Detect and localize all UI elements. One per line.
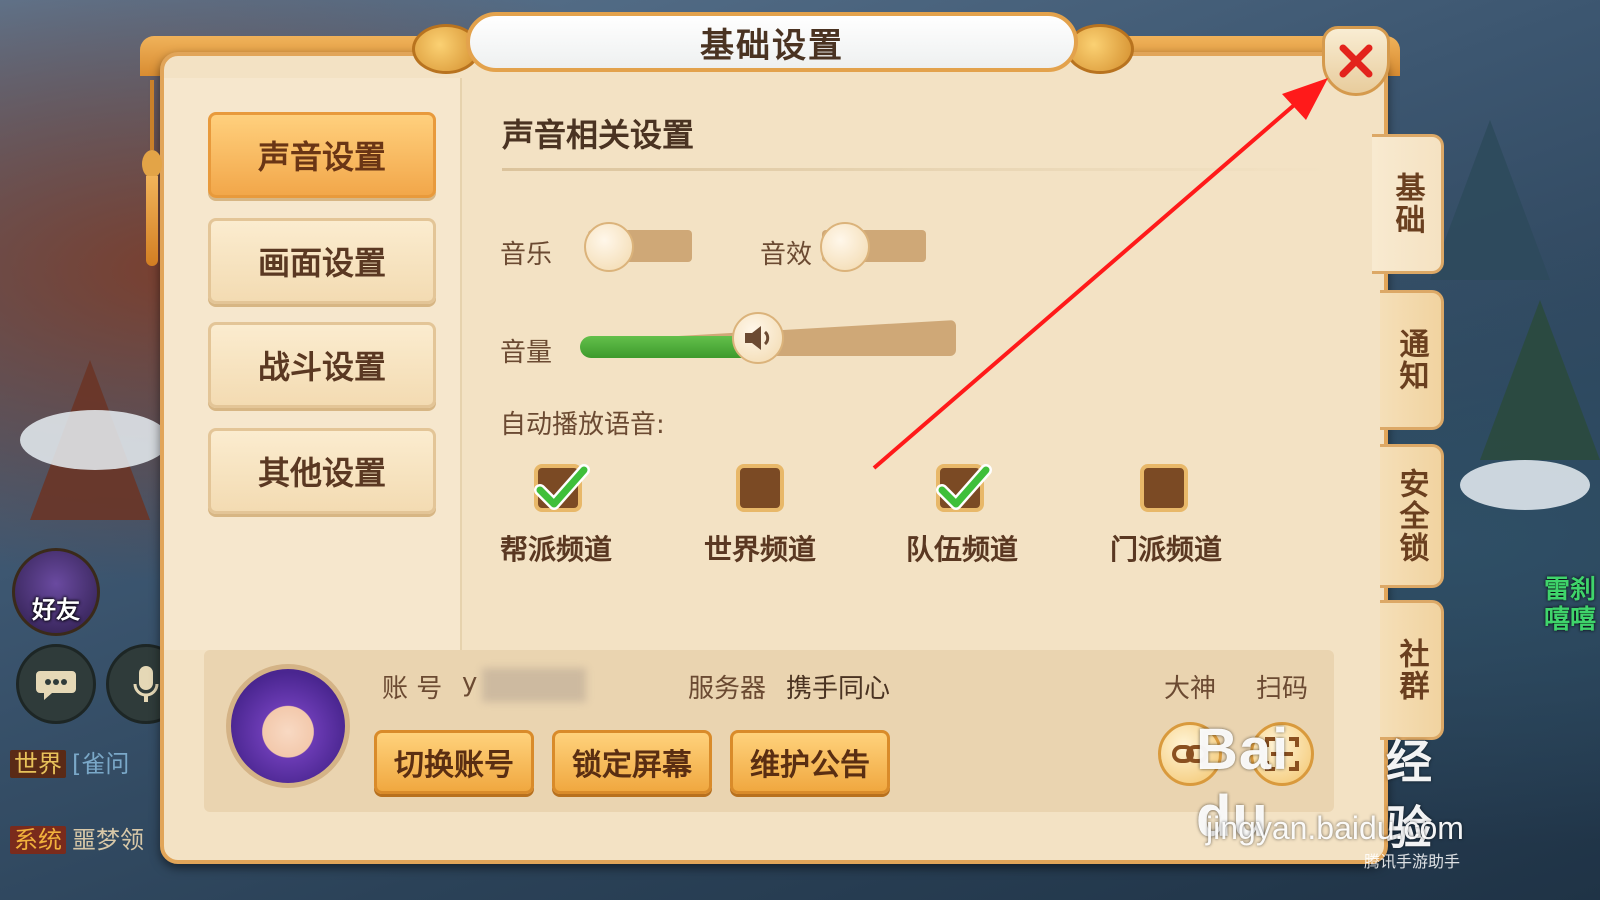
player-names: 雷刹 嘻嘻	[1544, 575, 1596, 635]
player-name: 嘻嘻	[1543, 605, 1596, 635]
chat-line[interactable]: 系统 噩梦领	[10, 820, 144, 855]
emulator-watermark: 腾讯手游助手	[1364, 852, 1461, 871]
background-snow	[20, 410, 170, 470]
scan-label[interactable]: 扫码	[1256, 668, 1308, 705]
tab-basic[interactable]: 基础	[1372, 134, 1444, 274]
background-snow	[1460, 460, 1590, 510]
checkbox-label: 世界频道	[704, 533, 817, 566]
checkbox-label: 帮派频道	[500, 533, 613, 566]
watermark-url: jingyan.baidu.com	[1206, 810, 1464, 846]
section-title: 声音相关设置	[502, 116, 695, 154]
friends-button[interactable]: 好友	[12, 548, 100, 636]
player-name: 雷刹	[1543, 575, 1596, 605]
chat-text: 噩梦领	[72, 826, 144, 854]
menu-sound-settings[interactable]: 声音设置	[208, 112, 436, 198]
tab-notification[interactable]: 通知	[1380, 290, 1444, 430]
tab-security-lock[interactable]: 安全锁	[1380, 444, 1444, 588]
close-icon	[1339, 44, 1373, 78]
effects-toggle[interactable]	[820, 222, 870, 272]
volume-slider-handle[interactable]	[731, 312, 784, 364]
account-value: y	[462, 668, 478, 698]
volume-label: 音量	[500, 338, 553, 368]
avatar[interactable]	[226, 664, 350, 788]
chat-channel-tag: 系统	[10, 826, 66, 854]
speaker-icon	[744, 326, 769, 350]
tab-community[interactable]: 社群	[1380, 600, 1444, 740]
checkbox-sect-channel[interactable]	[1140, 464, 1188, 512]
window-title-text: 基础设置	[700, 25, 844, 66]
effects-label: 音效	[760, 240, 813, 270]
chat-text: [雀问	[72, 750, 130, 778]
checkbox-label: 队伍频道	[906, 533, 1019, 566]
menu-display-settings[interactable]: 画面设置	[208, 218, 436, 304]
menu-battle-settings[interactable]: 战斗设置	[208, 322, 436, 408]
chat-bubble-icon[interactable]	[16, 644, 96, 724]
auto-play-label: 自动播放语音:	[500, 410, 665, 440]
chat-channel-tag: 世界	[10, 750, 66, 778]
tab-security-lock-label: 安全锁	[1393, 468, 1429, 564]
checkmark-icon	[534, 464, 590, 510]
switch-account-button[interactable]: 切换账号	[374, 730, 534, 794]
checkbox-team-channel[interactable]	[936, 464, 992, 512]
account-label: 账 号	[382, 674, 443, 704]
tab-community-label: 社群	[1393, 638, 1429, 702]
server-value: 携手同心	[786, 674, 891, 704]
server-label: 服务器	[688, 674, 767, 704]
tassel-ornament-icon	[140, 80, 164, 270]
checkbox-label: 门派频道	[1110, 533, 1223, 566]
checkbox-guild-channel[interactable]	[534, 464, 590, 512]
checkmark-icon	[936, 464, 992, 510]
account-redaction	[482, 668, 586, 702]
menu-other-settings[interactable]: 其他设置	[208, 428, 436, 514]
friends-label: 好友	[32, 596, 80, 624]
close-button[interactable]	[1322, 26, 1390, 96]
music-toggle[interactable]	[584, 222, 634, 272]
tab-basic-label: 基础	[1389, 172, 1425, 236]
background-tree	[1430, 120, 1550, 280]
dashen-label[interactable]: 大神	[1164, 668, 1216, 705]
maintenance-notice-button[interactable]: 维护公告	[730, 730, 890, 794]
window-title: 基础设置	[466, 12, 1078, 72]
lock-screen-button[interactable]: 锁定屏幕	[552, 730, 712, 794]
section-divider	[502, 168, 1334, 171]
music-label: 音乐	[500, 240, 553, 270]
chat-line[interactable]: 世界 [雀问	[10, 744, 129, 779]
checkbox-world-channel[interactable]	[736, 464, 784, 512]
tab-notification-label: 通知	[1393, 328, 1429, 392]
background-tree	[1480, 300, 1600, 460]
